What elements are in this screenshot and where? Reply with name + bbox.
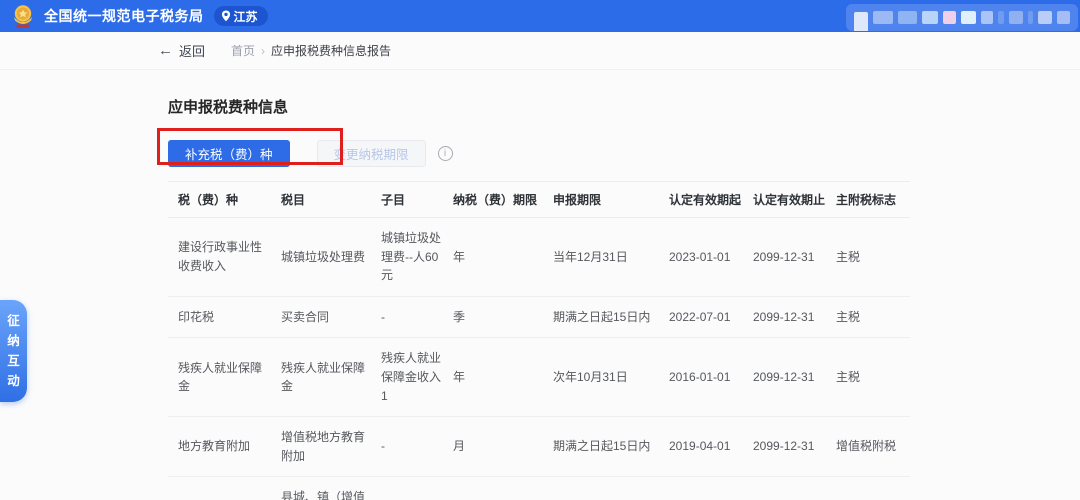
table-row: 建设行政事业性收费收入 城镇垃圾处理费 城镇垃圾处理费--人60元 年 当年12… — [168, 217, 910, 297]
cell-main-flag: 主税 — [836, 296, 910, 339]
main-content: 应申报税费种信息 补充税（费）种 变更纳税期限 i 税（费）种 税目 子目 纳税… — [157, 96, 910, 500]
cell-tax-period: 季 — [453, 296, 553, 339]
cell-tax-item: 买卖合同 — [281, 296, 381, 339]
table-row: 城市维护建设税 县城、镇（增值税附征） - 月 期满之日起15日内 2019-0… — [168, 476, 910, 500]
cell-valid-from: 2019-04-01 — [669, 416, 753, 478]
cell-tax-type: 残疾人就业保障金 — [168, 337, 281, 418]
col-valid-to: 认定有效期止 — [753, 181, 836, 218]
cell-filing-deadline: 期满之日起15日内 — [553, 476, 669, 500]
app-title: 全国统一规范电子税务局 — [44, 8, 204, 24]
col-sub-item: 子目 — [381, 181, 453, 218]
side-tab-char: 动 — [7, 374, 20, 388]
back-button[interactable]: ← 返回 — [158, 41, 205, 60]
cell-filing-deadline: 当年12月31日 — [553, 217, 669, 297]
cell-tax-period: 月 — [453, 416, 553, 478]
col-tax-item: 税目 — [281, 181, 381, 218]
col-tax-type: 税（费）种 — [168, 181, 281, 218]
cell-sub-item: - — [381, 416, 453, 478]
user-info-redacted[interactable] — [846, 4, 1078, 31]
table-row: 地方教育附加 增值税地方教育附加 - 月 期满之日起15日内 2019-04-0… — [168, 416, 910, 478]
col-valid-from: 认定有效期起 — [669, 181, 753, 218]
action-button-row: 补充税（费）种 变更纳税期限 i — [157, 128, 910, 173]
cell-sub-item: 城镇垃圾处理费--人60元 — [381, 217, 453, 297]
back-label: 返回 — [179, 44, 206, 59]
cell-main-flag: 增值税附税 — [836, 416, 910, 478]
cell-tax-type: 印花税 — [168, 296, 281, 339]
cell-valid-to: 2099-12-31 — [753, 416, 836, 478]
cell-filing-deadline: 次年10月31日 — [553, 337, 669, 418]
breadcrumb-separator: › — [261, 43, 266, 58]
breadcrumb-home[interactable]: 首页 — [231, 42, 255, 59]
cell-main-flag: 主税 — [836, 217, 910, 297]
cell-valid-to: 2099-12-31 — [753, 296, 836, 339]
tax-bureau-emblem-icon — [14, 5, 32, 28]
cell-filing-deadline: 期满之日起15日内 — [553, 416, 669, 478]
supplement-tax-button[interactable]: 补充税（费）种 — [168, 139, 290, 167]
breadcrumb-bar: ← 返回 首页 › 应申报税费种信息报告 — [0, 32, 1080, 70]
cell-tax-type: 城市维护建设税 — [168, 476, 281, 500]
cell-tax-period: 年 — [453, 217, 553, 297]
cell-tax-item: 增值税地方教育附加 — [281, 416, 381, 478]
col-main-flag: 主附税标志 — [836, 181, 910, 218]
back-arrow-icon: ← — [158, 42, 173, 59]
col-tax-period: 纳税（费）期限 — [453, 181, 553, 218]
cell-tax-type: 地方教育附加 — [168, 416, 281, 478]
cell-valid-to: 2099-12-31 — [753, 337, 836, 418]
table-row: 残疾人就业保障金 残疾人就业保障金 残疾人就业保障金收入1 年 次年10月31日… — [168, 337, 910, 418]
cell-sub-item: - — [381, 296, 453, 339]
side-tab-char: 互 — [7, 354, 20, 368]
tax-types-table: 税（费）种 税目 子目 纳税（费）期限 申报期限 认定有效期起 认定有效期止 主… — [168, 181, 910, 500]
page-title: 应申报税费种信息 — [168, 99, 289, 116]
side-tab-char: 征 — [7, 314, 20, 328]
table-header-row: 税（费）种 税目 子目 纳税（费）期限 申报期限 认定有效期起 认定有效期止 主… — [168, 181, 910, 218]
col-filing-deadline: 申报期限 — [553, 181, 669, 218]
side-tab-char: 纳 — [7, 334, 20, 348]
breadcrumb: 首页 › 应申报税费种信息报告 — [231, 42, 391, 59]
cell-valid-from: 2019-04-01 — [669, 476, 753, 500]
breadcrumb-current: 应申报税费种信息报告 — [271, 44, 392, 58]
cell-tax-type: 建设行政事业性收费收入 — [168, 217, 281, 297]
cell-valid-from: 2016-01-01 — [669, 337, 753, 418]
table-row: 印花税 买卖合同 - 季 期满之日起15日内 2022-07-01 2099-1… — [168, 296, 910, 339]
cell-tax-item: 城镇垃圾处理费 — [281, 217, 381, 297]
cell-valid-from: 2022-07-01 — [669, 296, 753, 339]
cell-sub-item: 残疾人就业保障金收入1 — [381, 337, 453, 418]
info-icon[interactable]: i — [437, 145, 453, 161]
cell-tax-period: 月 — [453, 476, 553, 500]
location-pin-icon — [221, 10, 230, 22]
cell-valid-to: 2099-12-31 — [753, 476, 836, 500]
cell-tax-item: 残疾人就业保障金 — [281, 337, 381, 418]
cell-tax-period: 年 — [453, 337, 553, 418]
cell-main-flag: 主税 — [836, 337, 910, 418]
cell-filing-deadline: 期满之日起15日内 — [553, 296, 669, 339]
top-header: 全国统一规范电子税务局 江苏 — [0, 0, 1080, 32]
cell-valid-to: 2099-12-31 — [753, 217, 836, 297]
region-selector[interactable]: 江苏 — [213, 6, 268, 26]
cell-main-flag: 增值税附税 — [836, 476, 910, 500]
region-label: 江苏 — [233, 9, 258, 24]
interaction-side-tab[interactable]: 征纳互动 — [0, 300, 27, 402]
cell-sub-item: - — [381, 476, 453, 500]
cell-tax-item: 县城、镇（增值税附征） — [281, 476, 381, 500]
change-period-button-disabled: 变更纳税期限 — [316, 139, 426, 167]
cell-valid-from: 2023-01-01 — [669, 217, 753, 297]
table-body: 建设行政事业性收费收入 城镇垃圾处理费 城镇垃圾处理费--人60元 年 当年12… — [168, 217, 910, 500]
